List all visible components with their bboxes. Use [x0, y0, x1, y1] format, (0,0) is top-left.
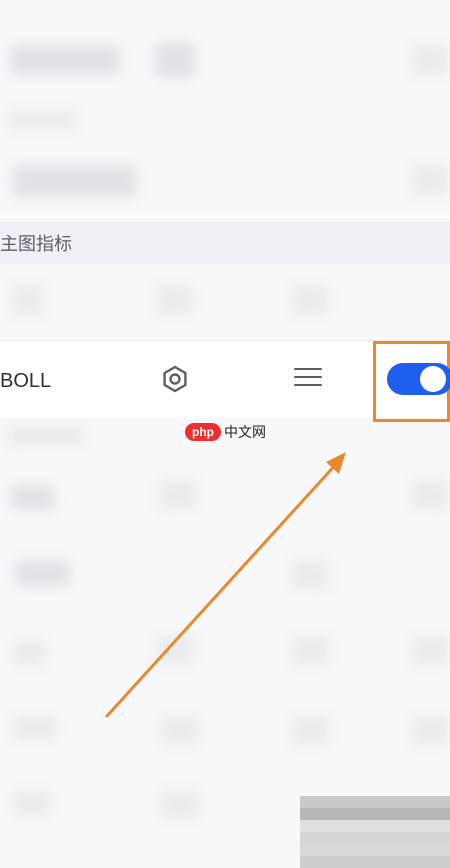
watermark-text: 中文网: [224, 424, 266, 440]
section-divider: [0, 215, 450, 218]
settings-icon[interactable]: [161, 365, 189, 393]
section-title: 主图指标: [0, 234, 72, 254]
watermark-logo: php 中文网: [185, 422, 266, 442]
section-header: 主图指标: [0, 222, 450, 264]
indicator-name: BOLL: [0, 370, 52, 392]
watermark-badge: php: [185, 423, 221, 441]
toggle-knob: [420, 366, 446, 392]
mosaic-watermark: [300, 796, 450, 868]
drag-menu-icon[interactable]: [294, 368, 322, 390]
